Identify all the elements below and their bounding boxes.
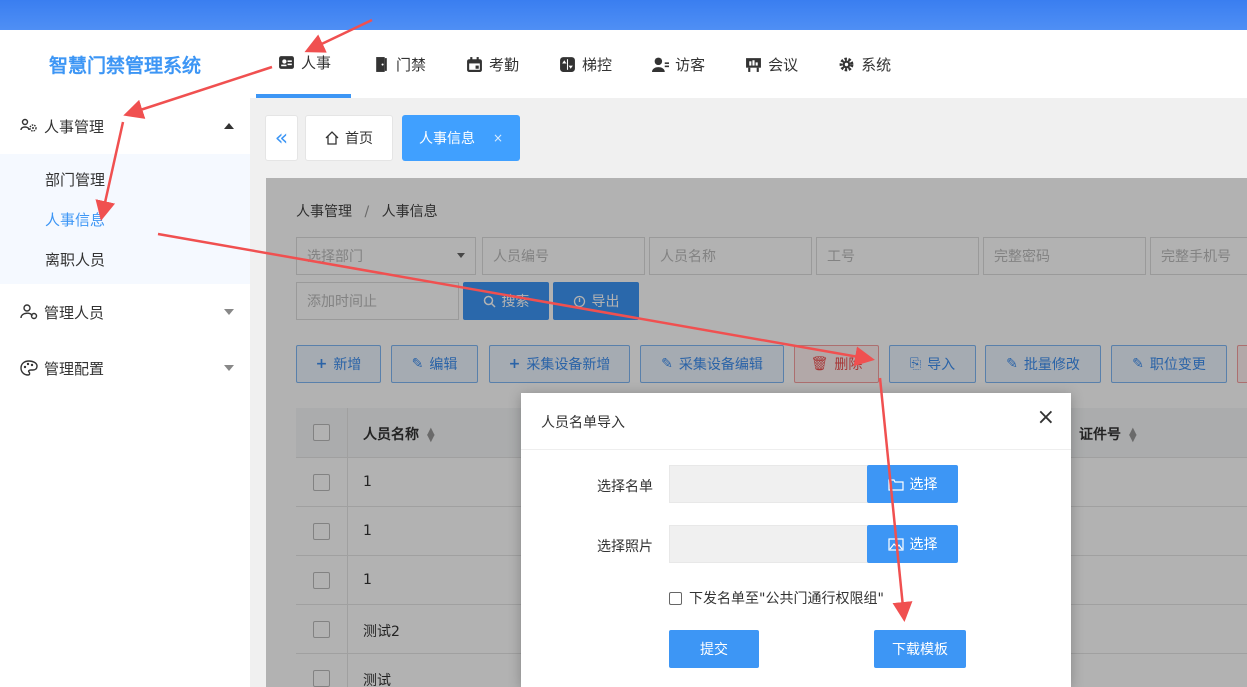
modal-title: 人员名单导入 [541, 415, 625, 431]
double-chevron-left-icon: « [274, 125, 289, 151]
folder-icon [887, 478, 904, 491]
top-navigation: 人事 门禁 考勤 梯控 访客 会议 系统 [250, 30, 1247, 98]
calendar-icon [467, 56, 482, 72]
choose-label: 选择 [909, 477, 938, 493]
nav-attendance[interactable]: 考勤 [446, 30, 539, 98]
sidebar-group-label: 管理人员 [44, 303, 105, 322]
gear-icon [839, 57, 854, 71]
nav-elevator[interactable]: 梯控 [539, 30, 632, 98]
sidebar-group-admins[interactable]: 管理人员 [0, 284, 250, 340]
sidebar-group-label: 人事管理 [44, 117, 105, 136]
app-logo-title: 智慧门禁管理系统 [0, 30, 250, 98]
caret-down-icon [224, 365, 234, 371]
sidebar-item-department[interactable]: 部门管理 [0, 159, 250, 199]
visitor-icon [652, 57, 670, 72]
nav-label: 梯控 [582, 55, 613, 74]
submit-label: 提交 [700, 642, 728, 658]
nav-label: 门禁 [396, 55, 427, 74]
close-icon[interactable]: × [1037, 407, 1055, 429]
nav-system[interactable]: 系统 [818, 30, 911, 98]
collapse-sidebar-button[interactable]: « [265, 115, 298, 161]
tab-home[interactable]: 首页 [305, 115, 393, 161]
select-photo-label: 选择照片 [597, 539, 653, 555]
nav-visitor[interactable]: 访客 [632, 30, 725, 98]
top-accent-bar [0, 0, 1247, 30]
nav-label: 人事 [301, 53, 332, 72]
sidebar: 人事管理 部门管理 人事信息 离职人员 管理人员 管理配置 [0, 98, 250, 687]
image-icon [887, 537, 904, 551]
nav-meeting[interactable]: 会议 [725, 30, 818, 98]
modal-divider [521, 449, 1071, 450]
nav-access[interactable]: 门禁 [353, 30, 446, 98]
meeting-icon [746, 57, 762, 72]
distribute-checkbox[interactable] [669, 591, 682, 605]
download-template-label: 下载模板 [892, 642, 948, 658]
tabs-bar: « 首页 人事信息 × [250, 98, 1247, 178]
distribute-option[interactable]: 下发名单至"公共门通行权限组" [669, 588, 884, 608]
list-file-input[interactable] [669, 465, 868, 503]
sidebar-submenu: 部门管理 人事信息 离职人员 [0, 154, 250, 284]
door-icon [376, 56, 387, 72]
nav-personnel[interactable]: 人事 [256, 30, 352, 98]
caret-up-icon [224, 123, 234, 129]
tab-personnel-info[interactable]: 人事信息 × [402, 115, 520, 161]
choose-photo-button[interactable]: 选择 [867, 525, 958, 563]
nav-label: 考勤 [489, 55, 520, 74]
download-template-button[interactable]: 下载模板 [874, 630, 966, 668]
nav-label: 访客 [675, 55, 706, 74]
submit-button[interactable]: 提交 [669, 630, 759, 668]
users-gear-icon [20, 118, 37, 132]
palette-icon [20, 360, 38, 376]
tab-label: 首页 [345, 131, 373, 147]
elevator-icon [560, 56, 575, 72]
distribute-checkbox-label: 下发名单至"公共门通行权限组" [689, 591, 884, 607]
nav-label: 系统 [861, 55, 892, 74]
import-modal: 人员名单导入 × 选择名单 选择 选择照片 选择 下发名单至"公共门通行权限组"… [521, 393, 1071, 687]
close-icon[interactable]: × [493, 131, 503, 145]
sidebar-group-config[interactable]: 管理配置 [0, 340, 250, 396]
home-icon [325, 131, 339, 145]
sidebar-item-resigned[interactable]: 离职人员 [0, 239, 250, 279]
sidebar-item-personnel-info[interactable]: 人事信息 [0, 199, 250, 239]
choose-list-button[interactable]: 选择 [867, 465, 958, 503]
sidebar-group-label: 管理配置 [44, 359, 105, 378]
id-card-icon [279, 55, 294, 69]
photo-file-input[interactable] [669, 525, 868, 563]
sidebar-item-label: 离职人员 [45, 250, 106, 269]
sidebar-item-label: 部门管理 [45, 170, 106, 189]
user-admin-icon [20, 304, 38, 320]
sidebar-group-personnel[interactable]: 人事管理 [0, 98, 250, 154]
tab-label: 人事信息 [418, 131, 475, 147]
sidebar-item-label: 人事信息 [45, 210, 106, 229]
caret-down-icon [224, 309, 234, 315]
choose-label: 选择 [909, 537, 938, 553]
nav-label: 会议 [768, 55, 799, 74]
select-list-label: 选择名单 [597, 479, 653, 495]
